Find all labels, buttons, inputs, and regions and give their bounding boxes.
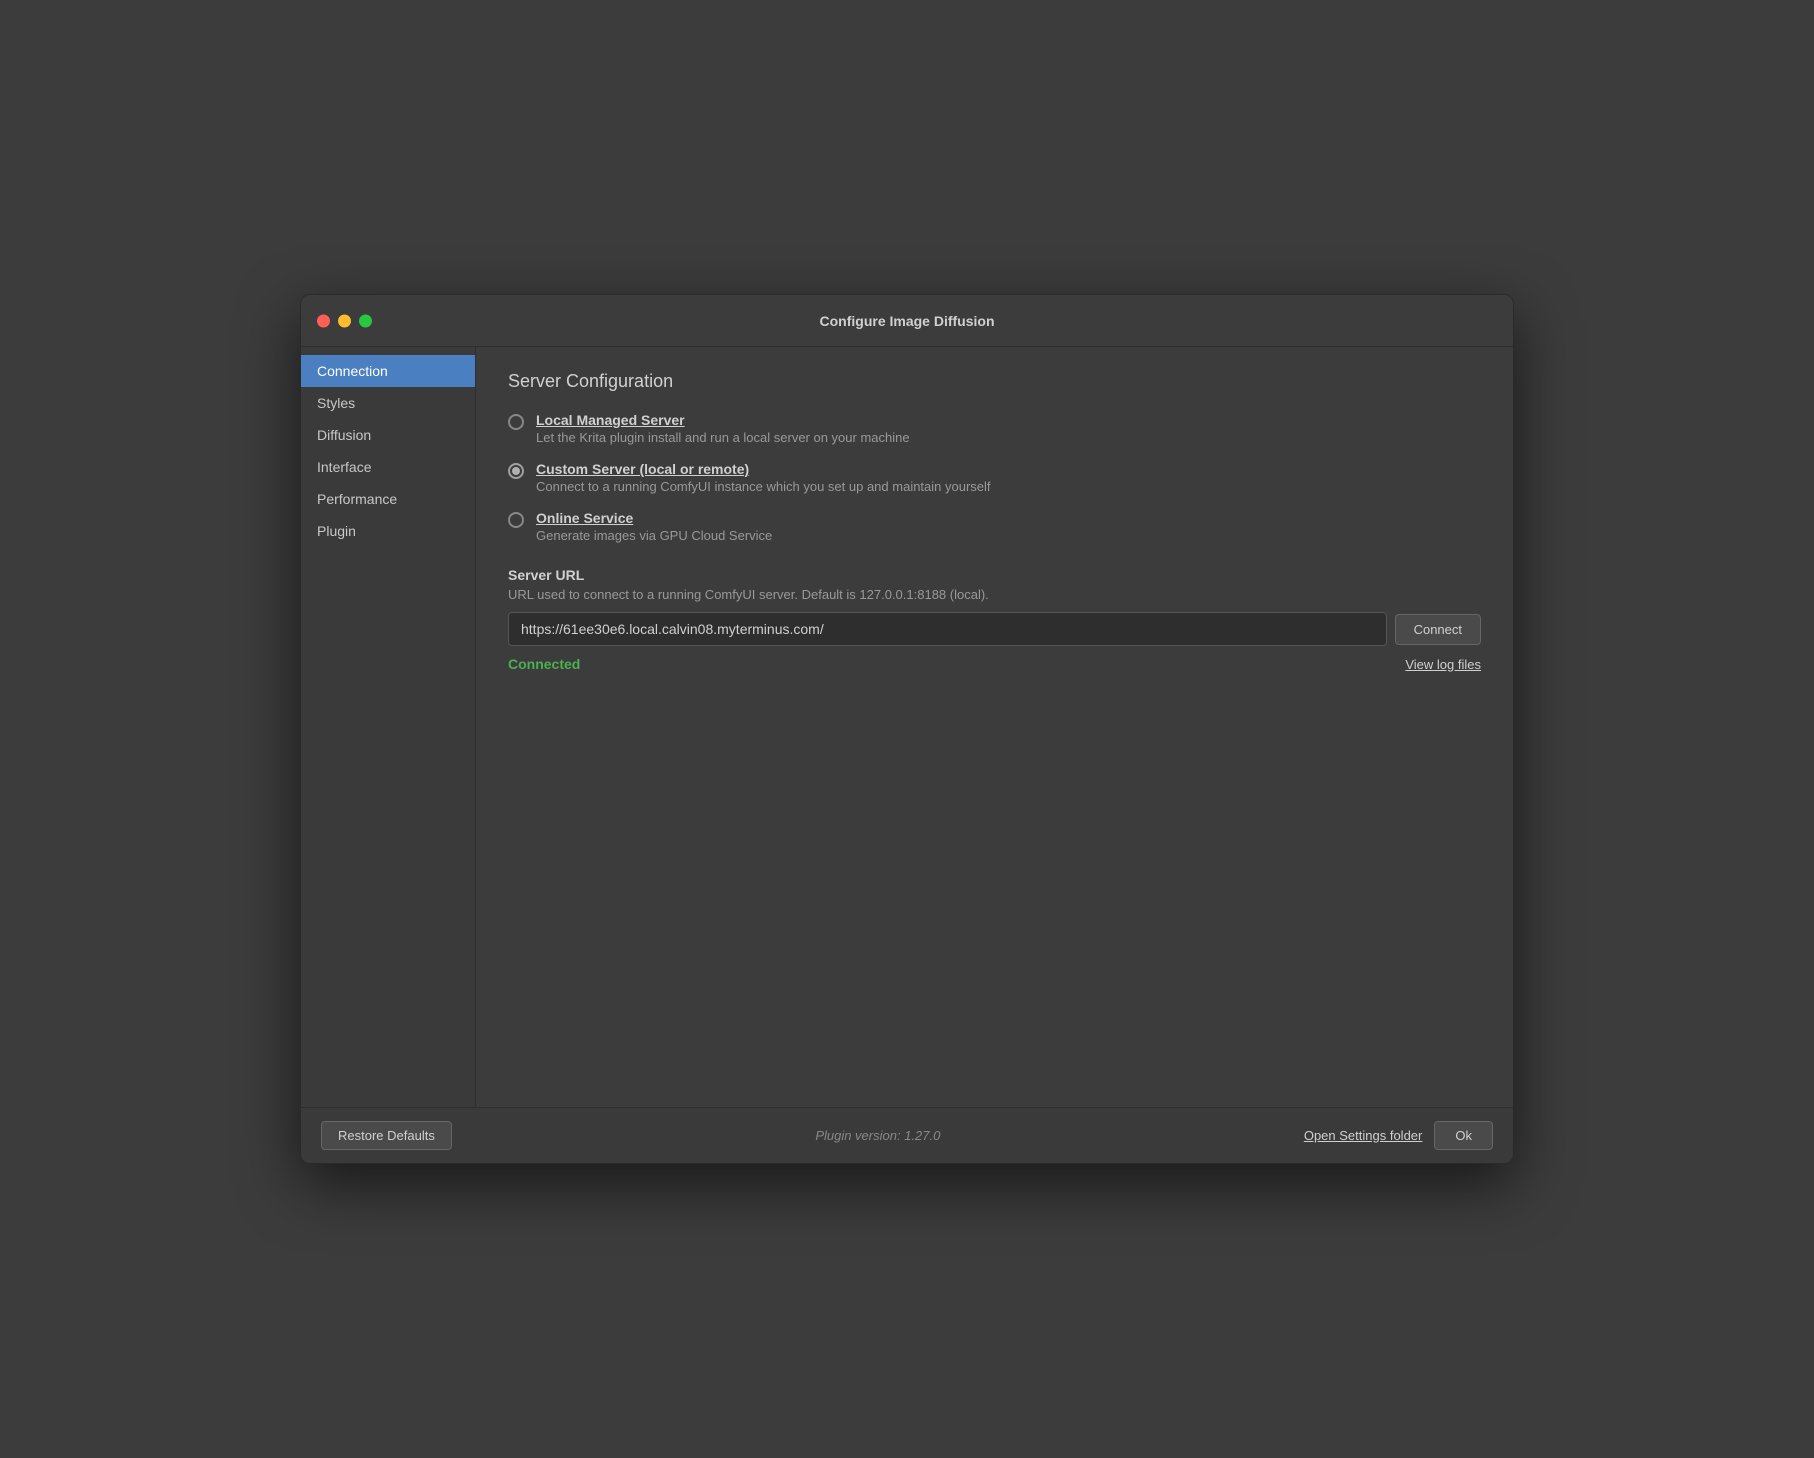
radio-local-managed-desc: Let the Krita plugin install and run a l… (536, 430, 910, 445)
section-title: Server Configuration (508, 371, 1481, 392)
main-layout: Connection Styles Diffusion Interface Pe… (301, 347, 1513, 1107)
sidebar-item-connection[interactable]: Connection (301, 355, 475, 387)
view-log-link[interactable]: View log files (1405, 657, 1481, 672)
sidebar-item-plugin[interactable]: Plugin (301, 515, 475, 547)
radio-local-managed-btn[interactable] (508, 414, 524, 430)
radio-custom-server-desc: Connect to a running ComfyUI instance wh… (536, 479, 991, 494)
radio-custom-server: Custom Server (local or remote) Connect … (508, 461, 1481, 494)
radio-online-service-desc: Generate images via GPU Cloud Service (536, 528, 772, 543)
radio-local-managed: Local Managed Server Let the Krita plugi… (508, 412, 1481, 445)
server-url-desc: URL used to connect to a running ComfyUI… (508, 587, 1481, 602)
window-title: Configure Image Diffusion (820, 313, 995, 329)
footer-right: Open Settings folder Ok (1304, 1121, 1493, 1150)
radio-online-service-btn[interactable] (508, 512, 524, 528)
server-url-section: Server URL URL used to connect to a runn… (508, 567, 1481, 672)
radio-local-managed-label[interactable]: Local Managed Server (536, 412, 910, 428)
minimize-button[interactable] (338, 314, 351, 327)
sidebar-item-diffusion[interactable]: Diffusion (301, 419, 475, 451)
connect-button[interactable]: Connect (1395, 614, 1481, 645)
sidebar-item-interface[interactable]: Interface (301, 451, 475, 483)
footer-left: Restore Defaults (321, 1121, 452, 1150)
footer-center: Plugin version: 1.27.0 (452, 1128, 1304, 1143)
content-scroll: Server Configuration Local Managed Serve… (476, 347, 1513, 1107)
sidebar-item-styles[interactable]: Styles (301, 387, 475, 419)
window-controls (317, 314, 372, 327)
server-url-row: Connect (508, 612, 1481, 646)
content-area: Server Configuration Local Managed Serve… (476, 347, 1513, 1107)
sidebar-item-performance[interactable]: Performance (301, 483, 475, 515)
status-connected: Connected (508, 656, 580, 672)
ok-button[interactable]: Ok (1434, 1121, 1493, 1150)
server-url-input[interactable] (508, 612, 1387, 646)
plugin-version: Plugin version: 1.27.0 (815, 1128, 940, 1143)
open-settings-link[interactable]: Open Settings folder (1304, 1128, 1423, 1143)
radio-custom-server-btn[interactable] (508, 463, 524, 479)
server-url-label: Server URL (508, 567, 1481, 583)
status-row: Connected View log files (508, 656, 1481, 672)
restore-defaults-button[interactable]: Restore Defaults (321, 1121, 452, 1150)
close-button[interactable] (317, 314, 330, 327)
main-window: Configure Image Diffusion Connection Sty… (300, 294, 1514, 1164)
radio-online-service: Online Service Generate images via GPU C… (508, 510, 1481, 543)
radio-custom-server-label[interactable]: Custom Server (local or remote) (536, 461, 991, 477)
sidebar: Connection Styles Diffusion Interface Pe… (301, 347, 476, 1107)
footer: Restore Defaults Plugin version: 1.27.0 … (301, 1107, 1513, 1163)
maximize-button[interactable] (359, 314, 372, 327)
radio-online-service-label[interactable]: Online Service (536, 510, 772, 526)
titlebar: Configure Image Diffusion (301, 295, 1513, 347)
